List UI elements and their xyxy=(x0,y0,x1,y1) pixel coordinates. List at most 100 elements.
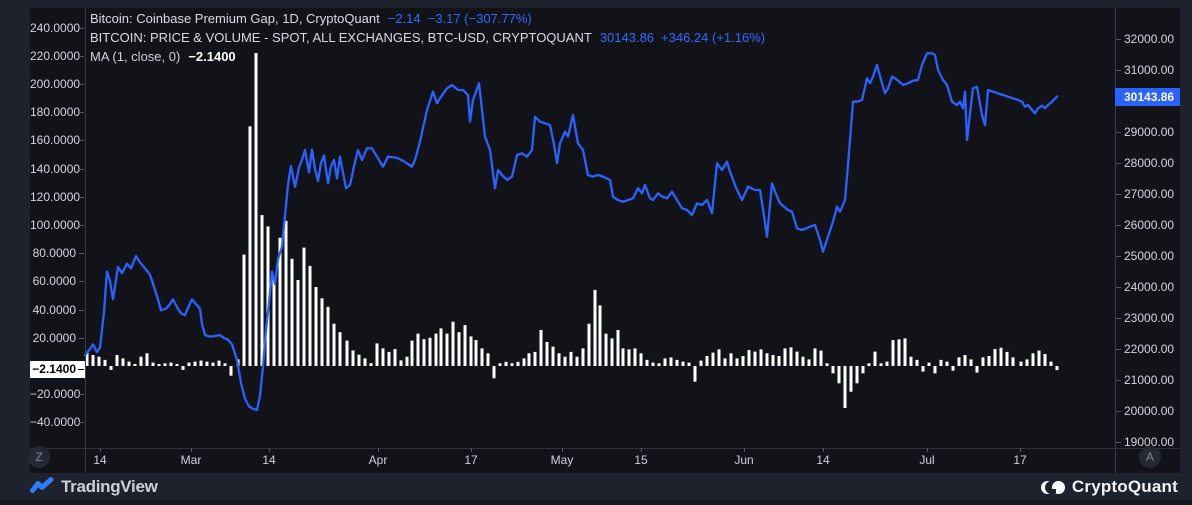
time-axis-label: 15 xyxy=(634,453,648,467)
right-axis-label: 26000.00 xyxy=(1124,218,1175,232)
right-axis-label: 25000.00 xyxy=(1124,249,1175,263)
right-axis-label: 21000.00 xyxy=(1124,373,1175,387)
right-axis-tick xyxy=(1116,411,1121,412)
left-axis-label: 140.0000 xyxy=(30,161,81,176)
tradingview-icon xyxy=(30,476,54,499)
chart-widget: 240.0000 220.0000 200.0000 180.0000 160.0000… xyxy=(0,0,1192,505)
cryptoquant-label: CryptoQuant xyxy=(1071,477,1178,496)
left-axis-tick xyxy=(79,55,84,57)
left-axis-tick xyxy=(79,27,84,29)
right-axis-tick xyxy=(1116,163,1121,164)
right-axis-tick xyxy=(1116,318,1121,319)
ma-title: MA (1, close, 0) xyxy=(90,49,181,64)
time-axis-label: 17 xyxy=(1013,453,1027,467)
right-axis-tick xyxy=(1116,225,1121,226)
time-axis-label: Mar xyxy=(180,453,202,467)
series-change: +346.24 (+1.16%) xyxy=(661,30,766,45)
legend-row-ma[interactable]: MA (1, close, 0) −2.1400 xyxy=(90,47,765,66)
series-title: Bitcoin: Coinbase Premium Gap, 1D, Crypt… xyxy=(90,11,380,26)
left-axis-tick xyxy=(79,394,84,396)
series-value: 30143.86 xyxy=(599,30,655,45)
legend-row-price-volume[interactable]: BITCOIN: PRICE & VOLUME - SPOT, ALL EXCH… xyxy=(90,28,765,47)
cryptoquant-icon xyxy=(1041,480,1065,494)
last-price-tag: 30143.86 xyxy=(1115,87,1180,106)
left-axis-tick xyxy=(79,84,84,85)
right-axis-label: 28000.00 xyxy=(1124,156,1175,170)
right-axis-label: 31000.00 xyxy=(1124,63,1175,77)
left-axis-label: 240.0000 xyxy=(30,20,81,35)
right-axis-tick xyxy=(1116,287,1121,288)
time-axis-tick xyxy=(191,448,192,452)
time-axis-tick xyxy=(100,448,101,452)
left-axis-label: 160.0000 xyxy=(30,133,81,148)
left-axis-label: 220.0000 xyxy=(30,48,81,63)
time-axis-tick xyxy=(269,448,270,452)
time-axis-tick xyxy=(378,448,379,452)
left-axis-label: 20.0000 xyxy=(32,330,76,345)
left-axis-label: −40.0000 xyxy=(30,415,81,430)
right-axis-tick xyxy=(1116,380,1121,381)
series-value: −2.14 xyxy=(387,11,421,26)
premium-gap-value-tag: −2.1400 xyxy=(30,360,85,378)
legend-row-premium-gap[interactable]: Bitcoin: Coinbase Premium Gap, 1D, Crypt… xyxy=(90,9,765,28)
footer-bar xyxy=(0,473,1192,500)
right-axis-tick xyxy=(1116,256,1121,257)
time-axis-label: 14 xyxy=(816,453,830,467)
time-axis-label: 14 xyxy=(93,453,107,467)
left-axis-tick xyxy=(79,337,84,339)
series-change: −3.17 (−307.77%) xyxy=(427,11,532,26)
right-scale-separator xyxy=(1115,8,1116,473)
right-axis-tick xyxy=(1116,39,1121,40)
right-axis-tick xyxy=(1116,349,1121,350)
left-axis-tick xyxy=(79,225,84,226)
left-axis-tick xyxy=(79,168,84,170)
time-axis-tick xyxy=(1020,448,1021,452)
right-axis-label: 20000.00 xyxy=(1124,404,1175,418)
series-title: BITCOIN: PRICE & VOLUME - SPOT, ALL EXCH… xyxy=(90,30,592,45)
tradingview-label: TradingView xyxy=(61,477,158,496)
time-axis-tick xyxy=(641,448,642,452)
right-axis-label: 32000.00 xyxy=(1124,32,1175,46)
left-axis-label: −20.0000 xyxy=(30,387,81,402)
left-axis-tick xyxy=(79,140,84,142)
time-axis-label: 17 xyxy=(464,453,478,467)
ma-value: −2.1400 xyxy=(188,49,236,64)
time-axis-tick xyxy=(744,448,745,452)
footer-bottom-strip xyxy=(0,500,1192,505)
right-axis-tick xyxy=(1116,442,1121,443)
time-axis-separator xyxy=(30,448,1180,449)
left-axis-label: 200.0000 xyxy=(30,77,81,91)
timezone-button[interactable]: Z xyxy=(28,446,50,468)
chart-pane-background xyxy=(30,8,1180,473)
time-axis-label: Jun xyxy=(734,453,754,467)
left-axis-label: 180.0000 xyxy=(30,105,81,120)
time-axis-tick xyxy=(823,448,824,452)
left-axis-label: 120.0000 xyxy=(30,189,81,204)
time-axis-label: Apr xyxy=(368,453,388,467)
left-axis-tick xyxy=(79,196,84,198)
right-axis-tick xyxy=(1116,70,1121,71)
left-axis-tick xyxy=(79,253,84,255)
time-axis-tick xyxy=(471,448,472,452)
left-axis-tick xyxy=(79,309,84,311)
right-axis-tick xyxy=(1116,194,1121,195)
left-axis-label: 40.0000 xyxy=(32,302,76,317)
right-axis-label: 22000.00 xyxy=(1124,342,1175,356)
right-axis-label: 24000.00 xyxy=(1124,280,1175,294)
auto-scale-button[interactable]: A xyxy=(1139,446,1161,468)
time-axis-label: Jul xyxy=(919,453,935,467)
right-axis-tick xyxy=(1116,132,1121,133)
left-axis-label: 80.0000 xyxy=(32,246,76,261)
right-axis-label: 29000.00 xyxy=(1124,125,1175,139)
time-axis-tick xyxy=(562,448,563,452)
time-axis-label: 14 xyxy=(262,453,276,467)
cryptoquant-logo[interactable]: CryptoQuant xyxy=(1041,474,1178,500)
left-axis-tick xyxy=(79,112,84,114)
left-axis-tick xyxy=(79,281,84,283)
time-axis-tick xyxy=(927,448,928,452)
right-axis-label: 23000.00 xyxy=(1124,311,1175,325)
tradingview-logo[interactable]: TradingView xyxy=(30,474,158,500)
left-axis-label: 100.0000 xyxy=(30,218,81,232)
legend: Bitcoin: Coinbase Premium Gap, 1D, Crypt… xyxy=(90,9,765,66)
left-axis-label: 60.0000 xyxy=(32,274,76,289)
